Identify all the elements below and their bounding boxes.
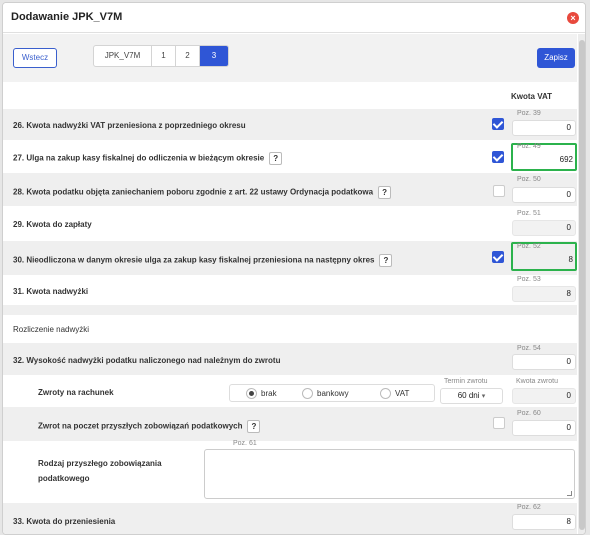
row-33-poz: Poz. 62 xyxy=(517,504,541,511)
row-29-poz: Poz. 51 xyxy=(517,210,541,217)
form-row-30: 30. Nieodliczona w danym okresie ulga za… xyxy=(3,241,577,275)
vat-amount-column-header: Kwota VAT xyxy=(511,92,553,101)
row-30-label-wrap: 30. Nieodliczona w danym okresie ulga za… xyxy=(13,254,393,267)
row-28-label-wrap: 28. Kwota podatku objęta zaniechaniem po… xyxy=(13,186,392,199)
row-27-label: 27. Ulga na zakup kasy fiskalnej do odli… xyxy=(13,153,265,163)
row-28-poz: Poz. 50 xyxy=(517,176,541,183)
refund-amount-label: Kwota zwrotu xyxy=(516,378,559,385)
save-button[interactable]: Zapisz xyxy=(537,48,575,68)
row-27-poz: Poz. 49 xyxy=(517,143,541,150)
row-26-poz: Poz. 39 xyxy=(517,110,541,117)
scrollbar[interactable] xyxy=(578,34,585,534)
help-icon[interactable]: ? xyxy=(378,186,392,199)
refund-term-value: 60 dni xyxy=(457,391,480,400)
obligation-kind-poz: Poz. 61 xyxy=(233,440,257,447)
resize-handle-icon[interactable] xyxy=(567,491,572,496)
form-content: Kwota VAT 26. Kwota nadwyżki VAT przenie… xyxy=(3,83,577,534)
tab-1[interactable]: 1 xyxy=(152,46,176,66)
tab-3[interactable]: 3 xyxy=(200,46,228,66)
row-32-value-field[interactable]: 0 xyxy=(512,354,576,370)
obligation-kind-textarea[interactable] xyxy=(204,449,575,499)
row-33-label: 33. Kwota do przeniesienia xyxy=(13,517,116,526)
row-27-checkbox[interactable] xyxy=(492,151,504,163)
refund-radio-group: brak bankowy VAT xyxy=(229,384,435,402)
refund-term-label: Termin zwrotu xyxy=(444,378,488,385)
toolbar: Wstecz JPK_V7M 1 2 3 Zapisz xyxy=(3,34,577,82)
refund-row: Zwroty na rachunek brak bankowy VAT Term… xyxy=(3,375,577,407)
step-tabs: JPK_V7M 1 2 3 xyxy=(93,45,229,67)
row-30-label: 30. Nieodliczona w danym okresie ulga za… xyxy=(13,255,375,265)
form-row-32: 32. Wysokość nadwyżki podatku naliczoneg… xyxy=(3,343,577,375)
future-obligations-row: Zwrot na poczet przyszłych zobowiązań po… xyxy=(3,407,577,441)
chevron-down-icon: ▾ xyxy=(481,393,486,400)
row-30-poz: Poz. 52 xyxy=(517,243,541,250)
row-26-checkbox[interactable] xyxy=(492,118,504,130)
row-31-value-field: 8 xyxy=(512,286,576,302)
back-button[interactable]: Wstecz xyxy=(13,48,57,68)
close-icon[interactable]: × xyxy=(567,12,579,24)
help-icon[interactable]: ? xyxy=(269,152,283,165)
form-row-28: 28. Kwota podatku objęta zaniechaniem po… xyxy=(3,173,577,206)
row-26-value-field[interactable]: 0 xyxy=(512,120,576,136)
form-row-26: 26. Kwota nadwyżki VAT przeniesiona z po… xyxy=(3,109,577,140)
row-27-label-wrap: 27. Ulga na zakup kasy fiskalnej do odli… xyxy=(13,152,283,165)
row-28-label: 28. Kwota podatku objęta zaniechaniem po… xyxy=(13,187,374,197)
future-label: Zwrot na poczet przyszłych zobowiązań po… xyxy=(38,421,243,431)
obligation-kind-label-1: Rodzaj przyszłego zobowiązania xyxy=(38,459,162,468)
dialog-title-bar: Dodawanie JPK_V7M × xyxy=(3,3,585,33)
surplus-section-header: Rozliczenie nadwyżki xyxy=(3,315,577,343)
form-row-27: 27. Ulga na zakup kasy fiskalnej do odli… xyxy=(3,140,577,173)
refund-term-select[interactable]: 60 dni ▾ xyxy=(440,388,503,404)
row-30-value-field[interactable]: 8 xyxy=(513,253,577,269)
dialog-title: Dodawanie JPK_V7M xyxy=(11,11,123,23)
row-28-checkbox[interactable] xyxy=(493,185,505,197)
radio-vat[interactable] xyxy=(380,388,391,399)
surplus-section-title: Rozliczenie nadwyżki xyxy=(13,325,90,334)
refund-amount-field: 0 xyxy=(512,388,576,404)
row-27-value-field[interactable]: 692 xyxy=(513,153,577,169)
row-32-label: 32. Wysokość nadwyżki podatku naliczoneg… xyxy=(13,356,281,365)
radio-brak-label: brak xyxy=(261,389,277,398)
tab-2[interactable]: 2 xyxy=(176,46,200,66)
help-icon[interactable]: ? xyxy=(247,420,261,433)
section-divider xyxy=(3,305,577,315)
future-checkbox[interactable] xyxy=(493,417,505,429)
radio-vat-label: VAT xyxy=(395,389,410,398)
help-icon[interactable]: ? xyxy=(379,254,393,267)
row-28-value-field[interactable]: 0 xyxy=(512,187,576,203)
radio-bankowy-label: bankowy xyxy=(317,389,349,398)
row-29-label: 29. Kwota do zapłaty xyxy=(13,220,92,229)
jpk-dialog: Dodawanie JPK_V7M × Wstecz JPK_V7M 1 2 3… xyxy=(2,2,586,535)
radio-brak[interactable] xyxy=(246,388,257,399)
row-31-label: 31. Kwota nadwyżki xyxy=(13,287,89,296)
refund-label: Zwroty na rachunek xyxy=(38,388,114,397)
scrollbar-thumb[interactable] xyxy=(579,40,585,530)
tab-jpk-v7m[interactable]: JPK_V7M xyxy=(94,46,152,66)
row-33-value-field[interactable]: 8 xyxy=(512,514,576,530)
form-row-31: 31. Kwota nadwyżki Poz. 53 8 xyxy=(3,275,577,305)
obligation-kind-label-2: podatkowego xyxy=(38,474,90,483)
row-30-checkbox[interactable] xyxy=(492,251,504,263)
row-32-poz: Poz. 54 xyxy=(517,345,541,352)
obligation-kind-row: Rodzaj przyszłego zobowiązania podatkowe… xyxy=(3,440,577,503)
form-row-33: 33. Kwota do przeniesienia Poz. 62 8 xyxy=(3,503,577,534)
row-31-poz: Poz. 53 xyxy=(517,276,541,283)
form-row-29: 29. Kwota do zapłaty Poz. 51 0 xyxy=(3,206,577,241)
radio-bankowy[interactable] xyxy=(302,388,313,399)
future-poz: Poz. 60 xyxy=(517,410,541,417)
row-29-value-field: 0 xyxy=(512,220,576,236)
row-26-label: 26. Kwota nadwyżki VAT przeniesiona z po… xyxy=(13,121,246,130)
future-label-wrap: Zwrot na poczet przyszłych zobowiązań po… xyxy=(38,420,261,433)
future-value-field[interactable]: 0 xyxy=(512,420,576,436)
